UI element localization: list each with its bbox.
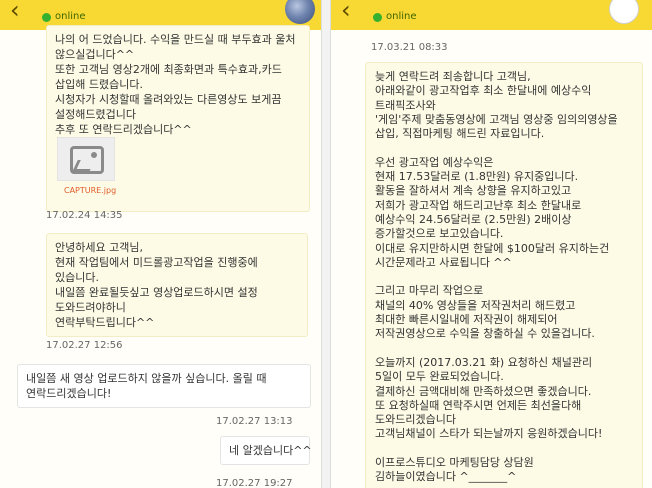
message-line: 증가할것으로 보고있습니다.	[375, 227, 504, 241]
attachment-filename[interactable]: CAPTURE.jpg	[64, 186, 116, 195]
message-timestamp: 17.02.27 12:56	[46, 340, 123, 351]
message-line: 오늘까지 (2017.03.21 화) 요청하신 채널관리	[375, 355, 593, 369]
message-line: 예상수익 24.56달러로 (2.5만원) 2배이상	[375, 212, 572, 226]
message-line: 않으실겁니다^^	[55, 48, 135, 61]
contact-avatar[interactable]	[609, 0, 639, 24]
message-line: 도와드리겠습니다	[375, 413, 456, 427]
status-text: online	[55, 11, 86, 22]
message-line: 고객님채널이 스타가 되는날까지 응원하겠습니다!	[375, 427, 603, 441]
online-status-icon	[42, 13, 51, 22]
message-line: 추후 또 연락드리겠습니다^^	[55, 123, 192, 136]
message-bubble-sent: 내일쯤 새 영상 업로드하지 않을까 싶습니다. 올릴 때 연락드리겠습니다!	[17, 364, 311, 408]
message-line: 연락부탁드립니다^^	[55, 316, 155, 329]
message-timestamp: 17.02.24 14:35	[46, 210, 123, 221]
message-line: 결제하신 금액대비해 만족하셨으면 좋겠습니다.	[375, 384, 592, 398]
message-line: 현재 17.53달러로 (1.8만원) 유지중입니다.	[375, 170, 579, 184]
message-line: 그리고 마무리 작업으로	[375, 284, 484, 298]
message-line	[375, 442, 633, 456]
image-placeholder-icon	[70, 146, 104, 174]
message-line: 네 알겠습니다^^	[229, 444, 312, 457]
message-line: 늦게 연락드려 죄송합니다 고객님,	[375, 70, 531, 83]
message-line: 이프로스튜디오 마케팅담당 상담원	[375, 456, 534, 470]
message-line: 내일쯤 완료될듯싶고 영상업로드하시면 설정	[55, 286, 258, 299]
message-line: 안녕하세요 고객님,	[55, 241, 143, 254]
online-status-icon	[373, 13, 382, 22]
message-line: 김하늘이였습니다 ^_______^	[375, 470, 517, 484]
chat-header: ‹ online	[331, 0, 652, 30]
message-line: 5일이 모두 완료되었습니다.	[375, 370, 504, 384]
message-line: 있습니다.	[55, 271, 99, 284]
message-line: 시간문제라고 사료됩니다 ^^	[375, 255, 512, 269]
message-line	[375, 270, 633, 284]
message-line: 또한 고객님 영상2개에 최종화면과 특수효과,카드	[55, 63, 282, 76]
message-timestamp: 17.02.27 19:27	[216, 478, 293, 488]
message-line	[375, 141, 633, 155]
message-line: 저작권영상으로 수익을 창출하실 수 있을겁니다.	[375, 327, 595, 341]
message-line: 또 요청하실때 연락주시면 언제든 최선을다해	[375, 398, 582, 412]
message-timestamp: 17.03.21 08:33	[371, 42, 448, 53]
message-bubble: 늦게 연락드려 죄송합니다 고객님, 아래와같이 광고작업후 최소 한달내에 예…	[365, 62, 643, 488]
message-line: 채널의 40% 영상들을 저작권처리 해드렸고	[375, 298, 576, 312]
message-bubble: 안녕하세요 고객님, 현재 작업팀에서 미드롤광고작업을 진행중에 있습니다. …	[46, 233, 308, 337]
message-line: 도와드려야하니	[55, 301, 126, 314]
message-line: 내일쯤 새 영상 업로드하지 않을까 싶습니다. 올릴 때	[26, 372, 267, 385]
message-line: 트래픽조사와	[375, 98, 436, 112]
message-line: 설정해드렸겁니다	[55, 108, 136, 121]
message-line: 시청자가 시청할때 올려와있는 다른영상도 보게끔	[55, 93, 282, 106]
image-attachment[interactable]	[57, 137, 115, 181]
message-line: 아래와같이 광고작업후 최소 한달내에 예상수익	[375, 84, 592, 98]
message-line: 우선 광고작업 예상수익은	[375, 155, 494, 169]
back-arrow-icon[interactable]: ‹	[341, 0, 351, 23]
panel-divider	[322, 0, 330, 488]
status-text: online	[386, 11, 417, 22]
message-bubble-sent: 네 알겠습니다^^	[220, 436, 312, 465]
contact-avatar[interactable]	[285, 0, 315, 24]
right-chat-panel: ‹ online 17.03.21 08:33 늦게 연락드려 죄송합니다 고객…	[330, 0, 652, 488]
message-line: 최대한 빠른시일내에 저작권이 해제되어	[375, 313, 558, 327]
left-chat-panel: ‹ online 나의 어 드었습니다. 수익을 만드실 때 부두효과 울처 않…	[0, 0, 322, 488]
message-line: '게임'주제 맞춤동영상에 고객님 영상중 임의의영상을	[375, 112, 618, 126]
message-line: 나의 어 드었습니다. 수익을 만드실 때 부두효과 울처	[55, 33, 296, 46]
message-bubble: 나의 어 드었습니다. 수익을 만드실 때 부두효과 울처 않으실겁니다^^ 또…	[46, 25, 310, 212]
message-timestamp: 17.02.27 13:13	[216, 416, 293, 427]
message-line: 삽입, 직접마케팅 해드린 자료입니다.	[375, 127, 545, 141]
message-line: 현재 작업팀에서 미드롤광고작업을 진행중에	[55, 256, 258, 269]
message-line: 이대로 유지만하시면 한달에 $100달러 유지하는건	[375, 241, 610, 255]
message-line: 삽입해 드렸습니다.	[55, 78, 143, 91]
message-line	[375, 342, 633, 356]
message-line: 저희가 광고작업 해드리고난후 최소 한달내로	[375, 198, 582, 212]
message-line: 연락드리겠습니다!	[26, 387, 112, 400]
back-arrow-icon[interactable]: ‹	[10, 0, 20, 23]
message-line: 활동을 잘하셔서 계속 상향을 유지하고있고	[375, 184, 572, 198]
